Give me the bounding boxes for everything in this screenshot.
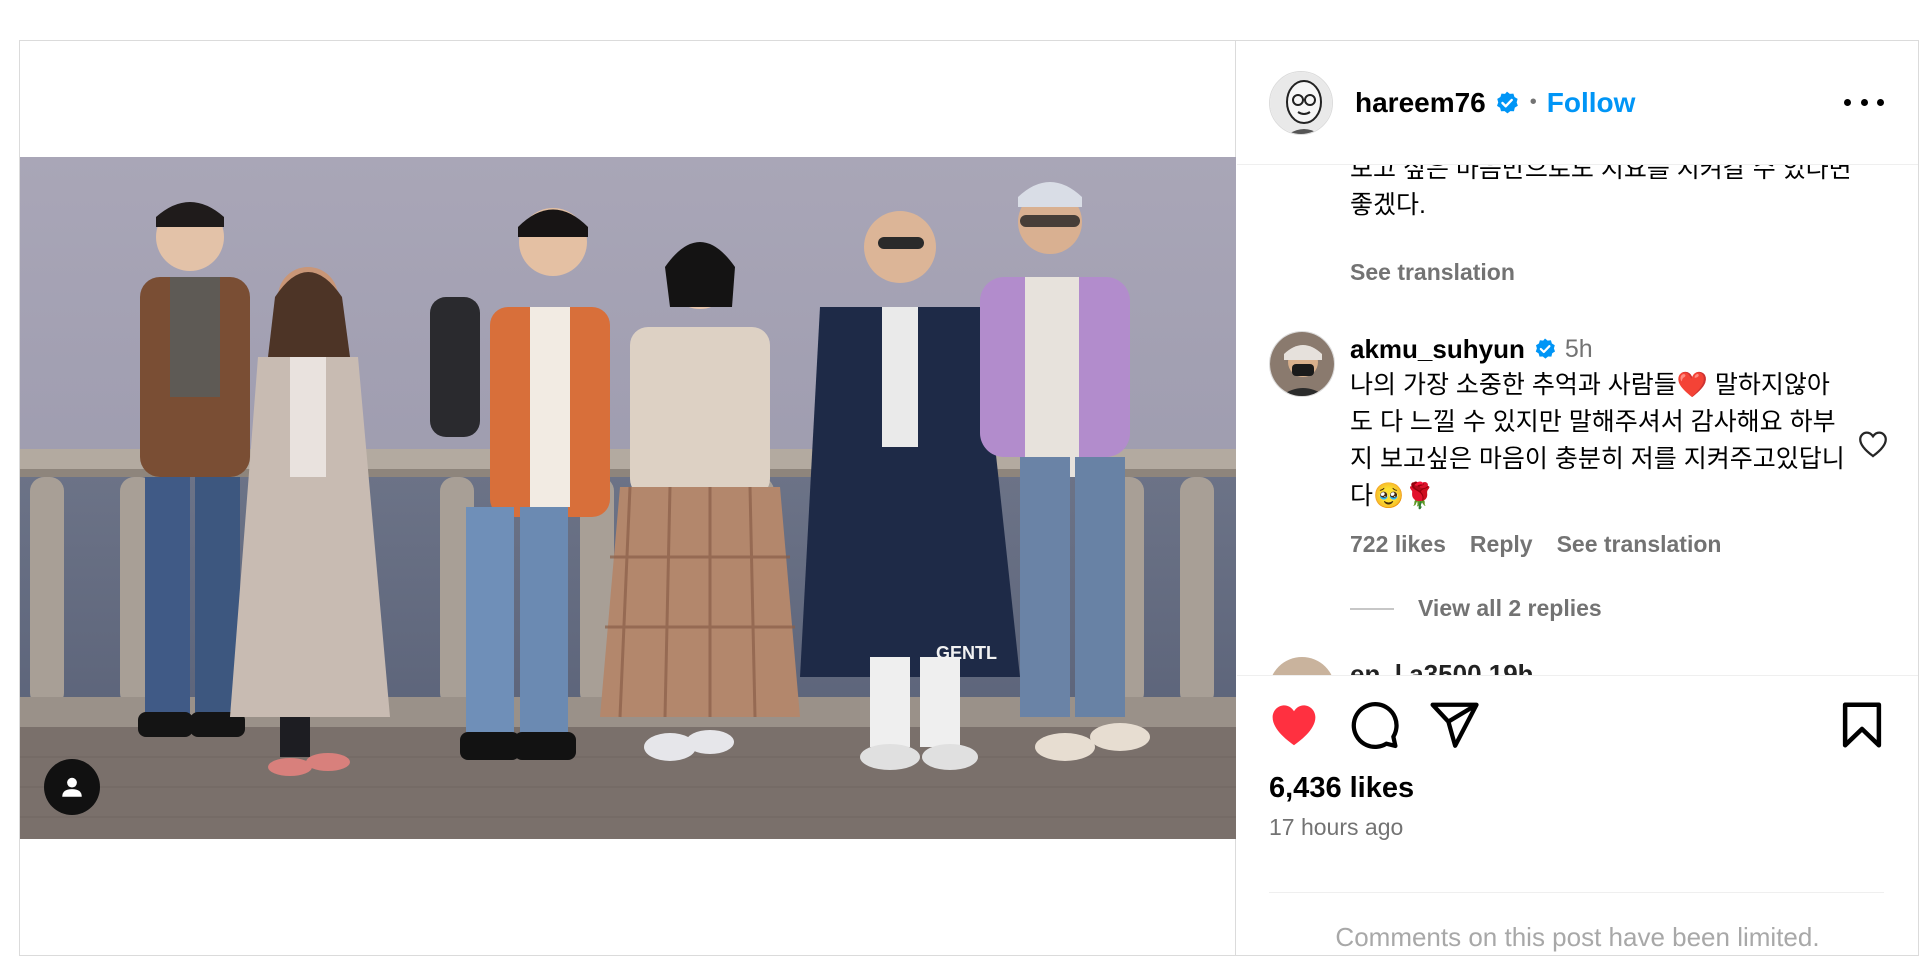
header-separator: • xyxy=(1529,91,1537,113)
bookmark-icon[interactable] xyxy=(1835,698,1889,752)
author-username[interactable]: hareem76 xyxy=(1355,87,1486,119)
caption-text: 보고 싶은 마음만으로도 지요를 지켜갈 수 있다면 좋겠다. xyxy=(1350,165,1852,219)
comment-heart-icon[interactable] xyxy=(1856,427,1890,461)
post-timestamp[interactable]: 17 hours ago xyxy=(1269,814,1403,841)
post-dialog: GENTL hareem76 • Follow 보고 싶은 마음만으로도 지요를… xyxy=(19,40,1919,956)
follow-button[interactable]: Follow xyxy=(1547,87,1636,119)
replies-divider xyxy=(1350,607,1394,610)
view-replies-button[interactable]: View all 2 replies xyxy=(1350,595,1602,622)
verified-badge-icon xyxy=(1535,338,1555,359)
next-commenter-username[interactable]: en..l.a3500 19h xyxy=(1350,659,1534,675)
comments-limited-notice: Comments on this post have been limited. xyxy=(1335,922,1820,952)
comment-see-translation[interactable]: See translation xyxy=(1557,531,1722,558)
post-header: hareem76 • Follow xyxy=(1237,41,1918,165)
next-commenter-avatar[interactable] xyxy=(1269,657,1335,675)
comment-text: 나의 가장 소중한 추억과 사람들❤️ 말하지않아도 다 느낄 수 있지만 말해… xyxy=(1350,371,1845,510)
send-icon[interactable] xyxy=(1427,698,1481,752)
comments-list[interactable]: 보고 싶은 마음만으로도 지요를 지켜갈 수 있다면 좋겠다. See tran… xyxy=(1237,165,1918,675)
view-replies-label: View all 2 replies xyxy=(1418,595,1602,621)
tagged-users-button[interactable] xyxy=(44,759,100,815)
comment-likes[interactable]: 722 likes xyxy=(1350,531,1446,558)
post-media: GENTL xyxy=(20,41,1236,955)
divider xyxy=(1269,892,1884,893)
group-photo[interactable]: GENTL xyxy=(20,157,1236,839)
svg-text:GENTL: GENTL xyxy=(936,643,997,663)
action-bar: 6,436 likes 17 hours ago Comments on thi… xyxy=(1237,675,1918,955)
author-avatar[interactable] xyxy=(1269,70,1333,135)
comment-item: akmu_suhyun 5h 나의 가장 소중한 추억과 사람들❤️ 말하지않아… xyxy=(1350,331,1870,558)
comment-reply-button[interactable]: Reply xyxy=(1470,531,1533,558)
comment-icon[interactable] xyxy=(1347,698,1401,752)
comment-timestamp[interactable]: 5h xyxy=(1565,335,1593,364)
caption-see-translation[interactable]: See translation xyxy=(1350,259,1515,286)
user-icon xyxy=(62,777,82,797)
heart-filled-icon[interactable] xyxy=(1267,698,1321,752)
post-sidebar: hareem76 • Follow 보고 싶은 마음만으로도 지요를 지켜갈 수… xyxy=(1237,41,1918,955)
post-likes-count[interactable]: 6,436 likes xyxy=(1269,772,1414,805)
more-options-icon[interactable] xyxy=(1844,87,1884,117)
commenter-username[interactable]: akmu_suhyun xyxy=(1350,334,1525,365)
commenter-avatar[interactable] xyxy=(1269,331,1335,397)
verified-badge-icon xyxy=(1496,91,1518,113)
